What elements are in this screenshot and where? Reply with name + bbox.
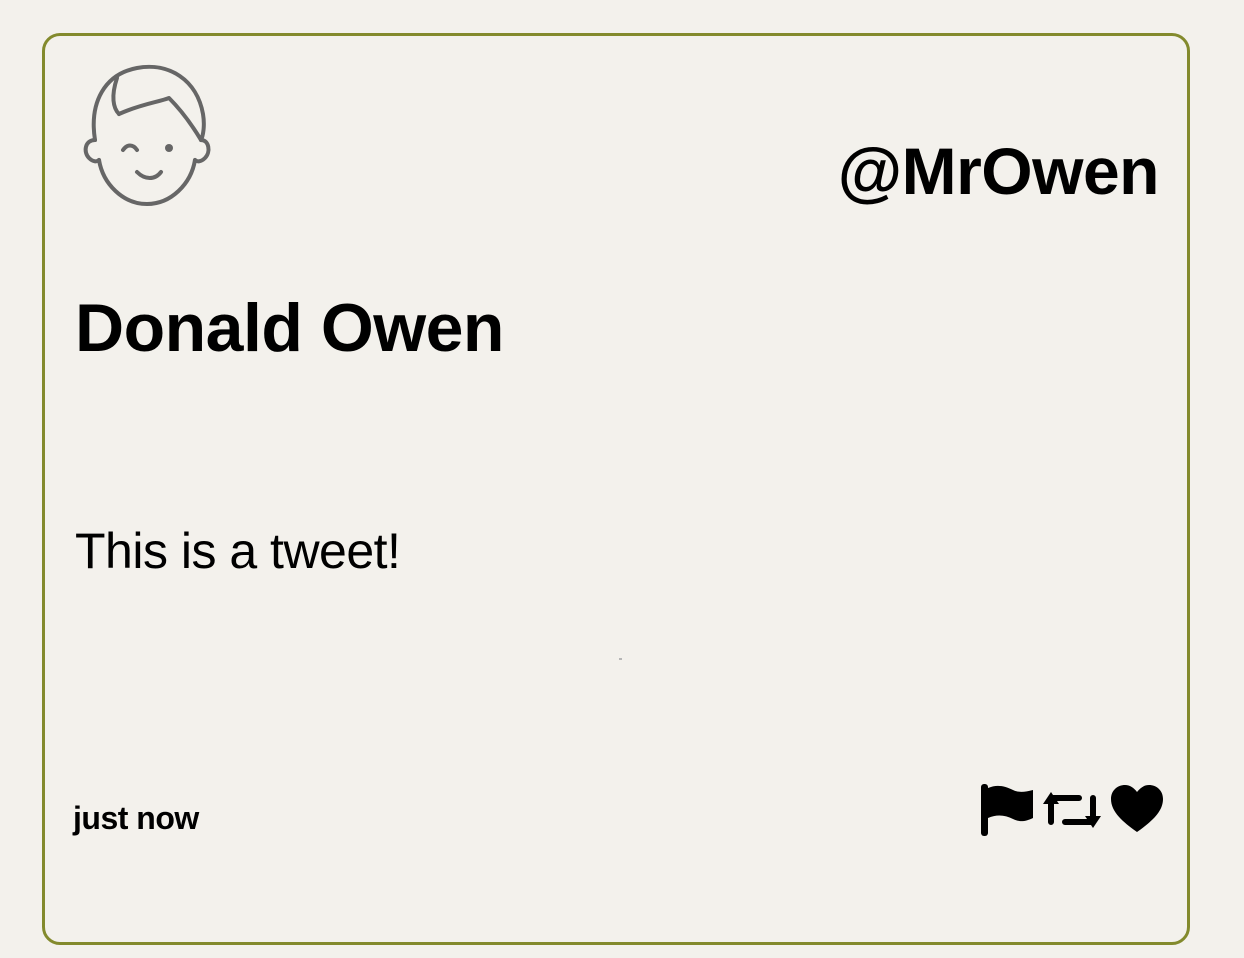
retweet-button[interactable] [1041, 782, 1103, 838]
flag-button[interactable] [979, 782, 1035, 838]
user-handle[interactable]: @MrOwen [838, 138, 1160, 204]
retweet-icon [1043, 792, 1101, 828]
timestamp: just now [73, 800, 199, 836]
tweet-card: @MrOwen Donald Owen This is a tweet! jus… [42, 33, 1190, 945]
divider-mark [619, 658, 622, 660]
user-face-icon [83, 64, 211, 206]
tweet-text: This is a tweet! [75, 523, 401, 579]
heart-icon [1111, 785, 1163, 832]
tweet-actions [979, 782, 1165, 838]
avatar[interactable] [81, 62, 211, 208]
flag-icon [981, 784, 1033, 836]
like-button[interactable] [1109, 782, 1165, 838]
display-name[interactable]: Donald Owen [75, 294, 504, 362]
